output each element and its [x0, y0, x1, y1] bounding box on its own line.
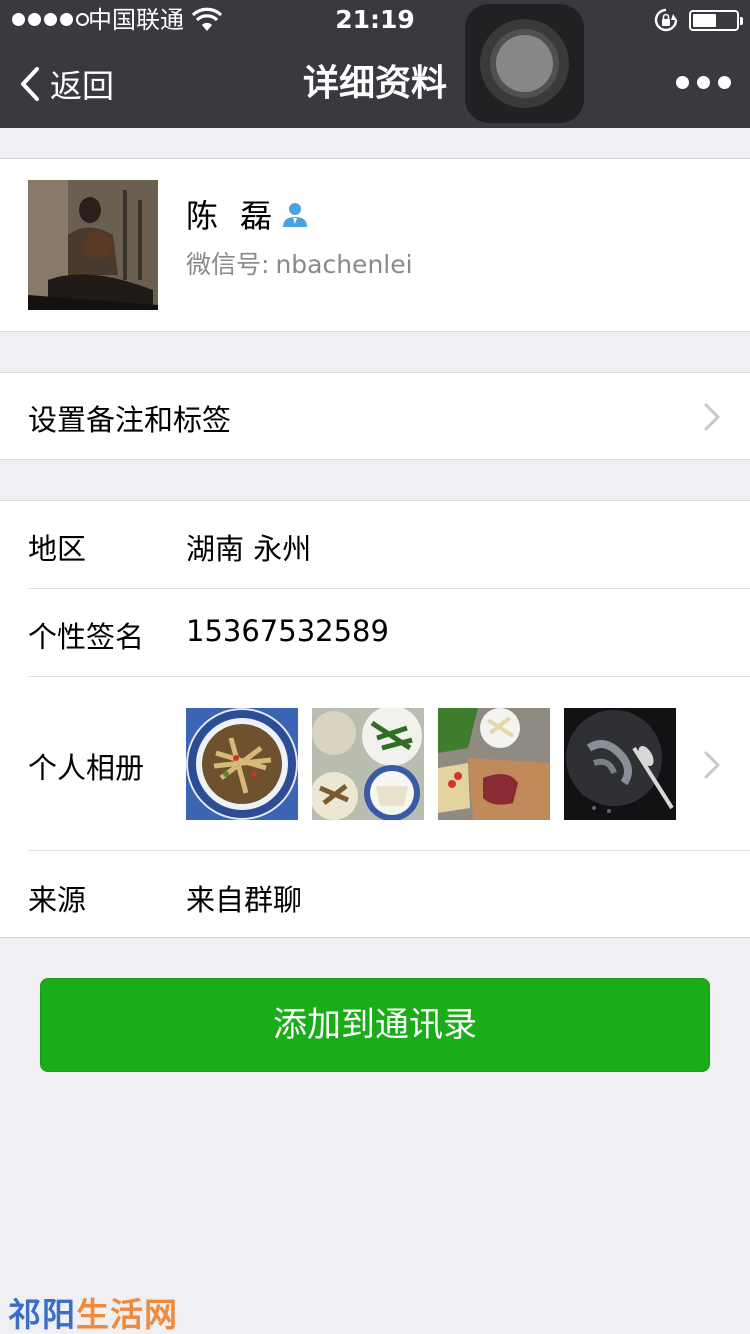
source-label: 来源: [28, 883, 87, 917]
wechat-id: 微信号: nbachenlei: [186, 245, 413, 281]
album-photo-4[interactable]: [564, 708, 676, 820]
contact-name: 陈 磊: [186, 197, 279, 235]
album-photo-1[interactable]: [186, 708, 298, 820]
battery-icon: [689, 10, 743, 31]
source-row: 来源 来自群聊: [0, 851, 750, 938]
top-bar: 中国联通 21:19 返回 详细资料: [0, 0, 750, 128]
signature-label: 个性签名: [28, 620, 145, 654]
wechat-id-label: 微信号:: [186, 250, 270, 279]
more-dot: [718, 76, 731, 89]
remark-label: 设置备注和标签: [28, 403, 232, 437]
wok-cooking-image: [564, 708, 676, 820]
set-remark-and-tags-row[interactable]: 设置备注和标签: [0, 372, 750, 460]
watermark-part-2: 生活网: [76, 1295, 178, 1334]
contact-person-icon: [283, 203, 308, 227]
region-row: 地区 湖南 永州: [0, 501, 750, 588]
chevron-right-icon: [704, 751, 720, 779]
source-value: 来自群聊: [186, 883, 303, 917]
avatar-photo: [28, 180, 158, 310]
more-dots-icon: [676, 76, 689, 89]
stir-fry-plate-image: [188, 710, 296, 818]
assistive-touch-button[interactable]: [465, 4, 584, 123]
page-title: 详细资料: [302, 63, 447, 104]
avatar[interactable]: [28, 180, 158, 310]
rotation-lock-icon: [654, 8, 678, 32]
region-label: 地区: [28, 532, 87, 566]
signature-value: 15367532589: [186, 614, 389, 648]
status-time: 21:19: [335, 5, 415, 34]
assistive-ring-inner: [496, 35, 553, 92]
wechat-id-value: nbachenlei: [275, 250, 413, 279]
album-photo-2[interactable]: [312, 708, 424, 820]
status-bar: 中国联通 21:19: [0, 0, 750, 40]
album-label: 个人相册: [28, 751, 145, 785]
chevron-right-icon: [704, 403, 720, 431]
album-photo-3[interactable]: [438, 708, 550, 820]
site-watermark: 祁阳生活网: [8, 1288, 178, 1334]
more-dot: [697, 76, 710, 89]
more-options-button[interactable]: [676, 76, 731, 89]
add-to-contacts-button[interactable]: 添加到通讯录: [40, 978, 710, 1072]
region-value: 湖南 永州: [186, 532, 312, 566]
info-card: 地区 湖南 永州 个性签名 15367532589 个人相册 来源 来自群聊: [0, 500, 750, 938]
dishes-image: [312, 708, 424, 820]
watermark-part-1: 祁阳: [8, 1295, 76, 1334]
profile-card: 陈 磊 微信号: nbachenlei: [0, 158, 750, 332]
ingredients-image: [438, 708, 550, 820]
navigation-bar: 返回 详细资料: [0, 40, 750, 128]
name-line: 陈 磊: [186, 191, 310, 237]
signature-row: 个性签名 15367532589: [0, 589, 750, 676]
